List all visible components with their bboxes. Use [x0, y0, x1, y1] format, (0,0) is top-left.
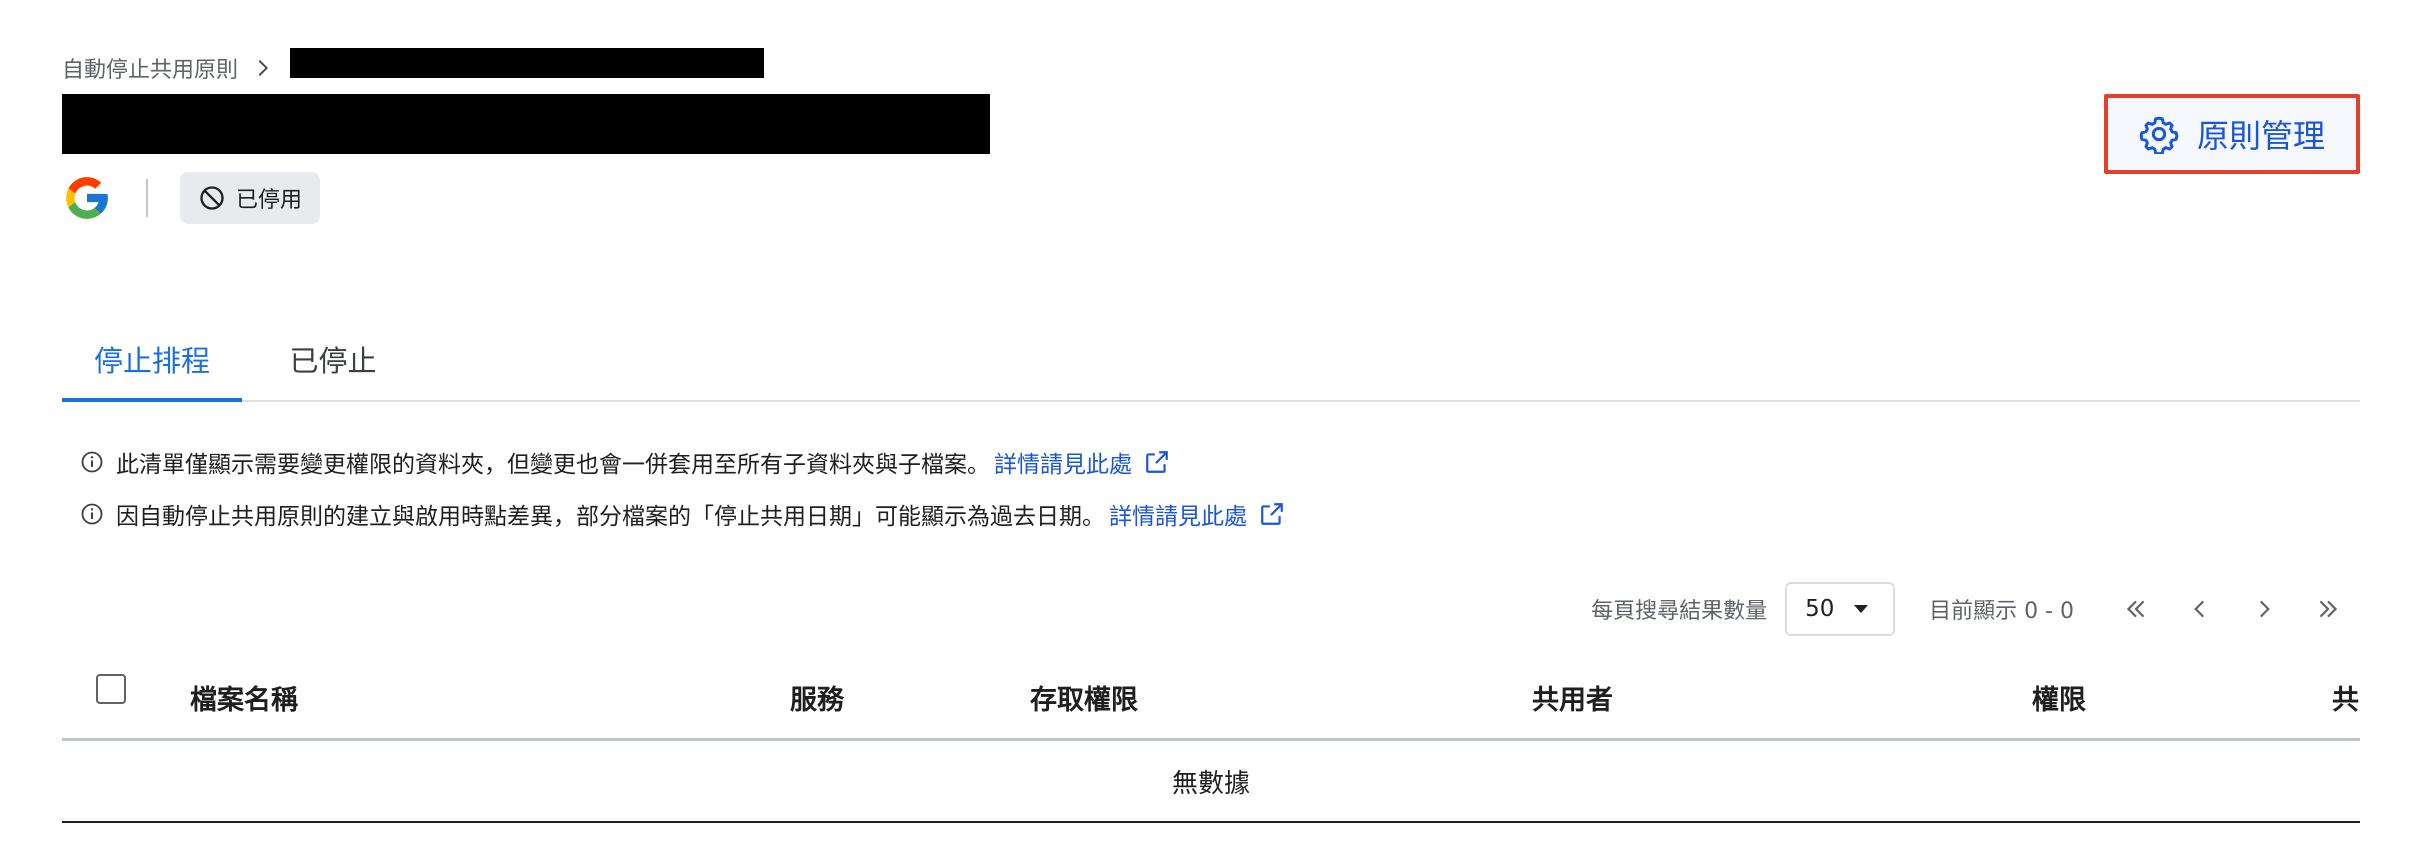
- double-chevron-left-icon: [2126, 600, 2145, 618]
- per-page-label: 每頁搜尋結果數量: [1591, 599, 1768, 624]
- per-page-select[interactable]: 50: [1785, 582, 1896, 636]
- learn-more-link[interactable]: 詳情請見此處: [1109, 497, 1247, 531]
- tab-scheduled-stop[interactable]: 停止排程: [62, 318, 242, 402]
- status-badge: 已停用: [180, 172, 321, 224]
- disabled-icon: [200, 186, 224, 210]
- last-page-button[interactable]: [2296, 582, 2360, 636]
- policy-detail-page: 自動停止共用原則 已停用 原則管理 停止排程 已停止 此清單僅顯示需要變更權限的…: [0, 0, 2412, 852]
- column-header-truncated[interactable]: 共: [2332, 656, 2359, 738]
- notice-folder-scope: 此清單僅顯示需要變更權限的資料夾，但變更也會一併套用至所有子資料夾與子檔案。 詳…: [80, 444, 1170, 480]
- chevron-left-icon: [2194, 600, 2205, 618]
- first-page-button[interactable]: [2104, 582, 2168, 636]
- column-header-access[interactable]: 存取權限: [1030, 656, 1138, 738]
- breadcrumb-parent-link[interactable]: 自動停止共用原則: [62, 52, 238, 84]
- notice-text: 因自動停止共用原則的建立與啟用時點差異，部分檔案的「停止共用日期」可能顯示為過去…: [116, 504, 1105, 530]
- chevron-right-icon: [2259, 600, 2270, 618]
- column-header-service[interactable]: 服務: [790, 656, 844, 738]
- column-header-permission[interactable]: 權限: [2032, 656, 2086, 738]
- policy-manage-label: 原則管理: [2196, 117, 2325, 155]
- policy-manage-button[interactable]: 原則管理: [2104, 94, 2360, 174]
- gear-icon: [2139, 116, 2179, 154]
- redacted-breadcrumb-current: [290, 48, 764, 78]
- prev-page-button[interactable]: [2168, 582, 2232, 636]
- policy-meta-row: 已停用: [62, 172, 321, 224]
- external-link-icon[interactable]: [1144, 449, 1170, 475]
- table-empty-state: 無數據: [62, 741, 2360, 823]
- divider: [146, 179, 148, 217]
- tab-bar: 停止排程 已停止: [62, 318, 2360, 402]
- info-icon: [81, 451, 103, 473]
- table-header: 檔案名稱 服務 存取權限 共用者 權限 共: [62, 656, 2360, 741]
- status-label: 已停用: [236, 188, 303, 213]
- column-header-file-name[interactable]: 檔案名稱: [190, 656, 298, 738]
- redacted-page-title: [62, 94, 990, 154]
- info-icon: [81, 503, 103, 525]
- select-all-checkbox[interactable]: [96, 674, 126, 704]
- google-icon: [66, 177, 108, 219]
- breadcrumb: 自動停止共用原則: [62, 48, 274, 88]
- results-range: 目前顯示 0 - 0: [1929, 599, 2074, 624]
- per-page-value: 50: [1805, 596, 1835, 622]
- chevron-right-icon: [258, 60, 268, 76]
- double-chevron-right-icon: [2319, 600, 2338, 618]
- external-link-icon[interactable]: [1259, 501, 1285, 527]
- tab-stopped[interactable]: 已停止: [242, 318, 424, 400]
- learn-more-link[interactable]: 詳情請見此處: [994, 445, 1132, 479]
- notice-past-date: 因自動停止共用原則的建立與啟用時點差異，部分檔案的「停止共用日期」可能顯示為過去…: [80, 496, 1285, 532]
- next-page-button[interactable]: [2232, 582, 2296, 636]
- pagination-bar: 每頁搜尋結果數量 50 目前顯示 0 - 0: [1591, 582, 2360, 636]
- column-header-shared-with[interactable]: 共用者: [1532, 656, 1613, 738]
- notice-text: 此清單僅顯示需要變更權限的資料夾，但變更也會一併套用至所有子資料夾與子檔案。: [116, 452, 990, 478]
- caret-down-icon: [1854, 605, 1869, 613]
